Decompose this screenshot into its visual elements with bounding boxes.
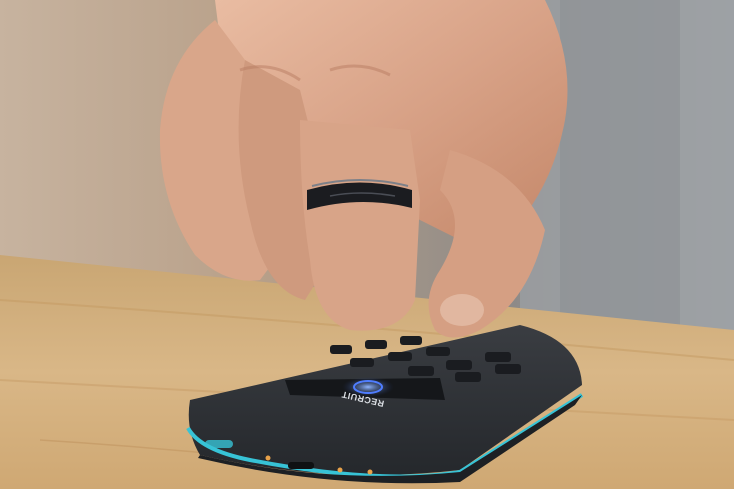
photo-scene [0,0,734,489]
